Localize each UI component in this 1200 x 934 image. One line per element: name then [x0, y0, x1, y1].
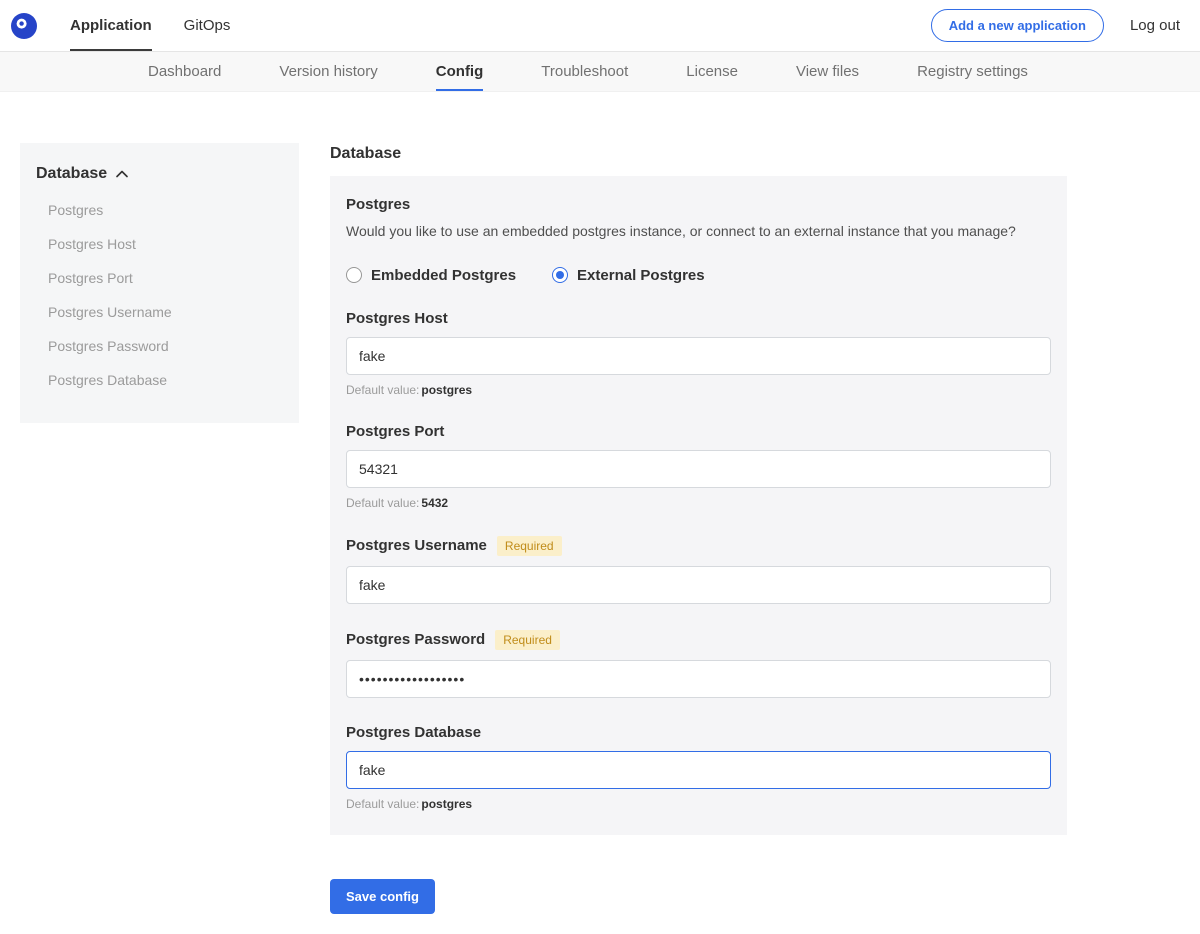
config-group-card: Postgres Would you like to use an embedd… [330, 176, 1067, 835]
postgres-username-label: Postgres Username [346, 537, 487, 554]
sidebar-item-postgres[interactable]: Postgres [36, 193, 283, 227]
top-tabs: Application GitOps [70, 0, 230, 51]
field-postgres-database: Postgres Database Default value:postgres [346, 724, 1051, 811]
radio-external-label: External Postgres [577, 267, 705, 284]
radio-unselected-icon [346, 267, 362, 283]
radio-selected-icon [552, 267, 568, 283]
sidebar-item-postgres-host[interactable]: Postgres Host [36, 227, 283, 261]
radio-embedded-postgres[interactable]: Embedded Postgres [346, 267, 516, 284]
config-content: Database Postgres Would you like to use … [330, 143, 1067, 934]
postgres-port-input[interactable] [346, 450, 1051, 488]
subnav-tab-registry-settings[interactable]: Registry settings [917, 52, 1028, 91]
radio-external-postgres[interactable]: External Postgres [552, 267, 705, 284]
postgres-host-input[interactable] [346, 337, 1051, 375]
postgres-password-label: Postgres Password [346, 631, 485, 648]
field-postgres-host: Postgres Host Default value:postgres [346, 310, 1051, 397]
sidebar-item-postgres-database[interactable]: Postgres Database [36, 363, 283, 397]
default-value: postgres [421, 383, 472, 397]
config-sidebar: Database Postgres Postgres Host Postgres… [20, 143, 299, 423]
default-value: 5432 [421, 496, 448, 510]
sidebar-list: Postgres Postgres Host Postgres Port Pos… [36, 193, 283, 397]
app-subnav: Dashboard Version history Config Trouble… [0, 52, 1200, 92]
postgres-type-radio-group: Embedded Postgres External Postgres [346, 267, 1051, 284]
postgres-password-input[interactable] [346, 660, 1051, 698]
default-prefix: Default value: [346, 797, 419, 811]
top-nav: Application GitOps Add a new application… [0, 0, 1200, 52]
sidebar-item-postgres-port[interactable]: Postgres Port [36, 261, 283, 295]
postgres-host-default-hint: Default value:postgres [346, 383, 1051, 397]
tab-application[interactable]: Application [70, 0, 152, 51]
postgres-database-default-hint: Default value:postgres [346, 797, 1051, 811]
add-application-button[interactable]: Add a new application [931, 9, 1104, 42]
subnav-tab-config[interactable]: Config [436, 52, 483, 91]
subnav-tab-version-history[interactable]: Version history [279, 52, 377, 91]
required-badge: Required [497, 536, 562, 556]
postgres-username-input[interactable] [346, 566, 1051, 604]
required-badge: Required [495, 630, 560, 650]
postgres-port-label: Postgres Port [346, 423, 444, 440]
subnav-tab-dashboard[interactable]: Dashboard [148, 52, 221, 91]
sidebar-item-postgres-password[interactable]: Postgres Password [36, 329, 283, 363]
tab-gitops[interactable]: GitOps [184, 0, 231, 51]
sidebar-item-postgres-username[interactable]: Postgres Username [36, 295, 283, 329]
sidebar-group-database[interactable]: Database [36, 165, 283, 183]
section-title: Database [330, 143, 1067, 163]
default-prefix: Default value: [346, 383, 419, 397]
subnav-tab-view-files[interactable]: View files [796, 52, 859, 91]
subnav-tab-troubleshoot[interactable]: Troubleshoot [541, 52, 628, 91]
logout-link[interactable]: Log out [1130, 17, 1180, 34]
field-postgres-port: Postgres Port Default value:5432 [346, 423, 1051, 510]
save-config-button[interactable]: Save config [330, 879, 435, 914]
radio-embedded-label: Embedded Postgres [371, 267, 516, 284]
group-help-text: Would you like to use an embedded postgr… [346, 222, 1051, 242]
sidebar-group-label: Database [36, 165, 107, 183]
default-value: postgres [421, 797, 472, 811]
postgres-database-input[interactable] [346, 751, 1051, 789]
postgres-host-label: Postgres Host [346, 310, 448, 327]
postgres-database-label: Postgres Database [346, 724, 481, 741]
field-postgres-username: Postgres Username Required [346, 536, 1051, 604]
subnav-tab-license[interactable]: License [686, 52, 738, 91]
app-logo[interactable] [10, 12, 38, 40]
default-prefix: Default value: [346, 496, 419, 510]
group-title: Postgres [346, 196, 1051, 213]
kots-logo-icon [10, 12, 38, 40]
main-area: Database Postgres Postgres Host Postgres… [0, 92, 1200, 934]
field-postgres-password: Postgres Password Required [346, 630, 1051, 698]
postgres-port-default-hint: Default value:5432 [346, 496, 1051, 510]
chevron-up-icon [116, 170, 128, 178]
